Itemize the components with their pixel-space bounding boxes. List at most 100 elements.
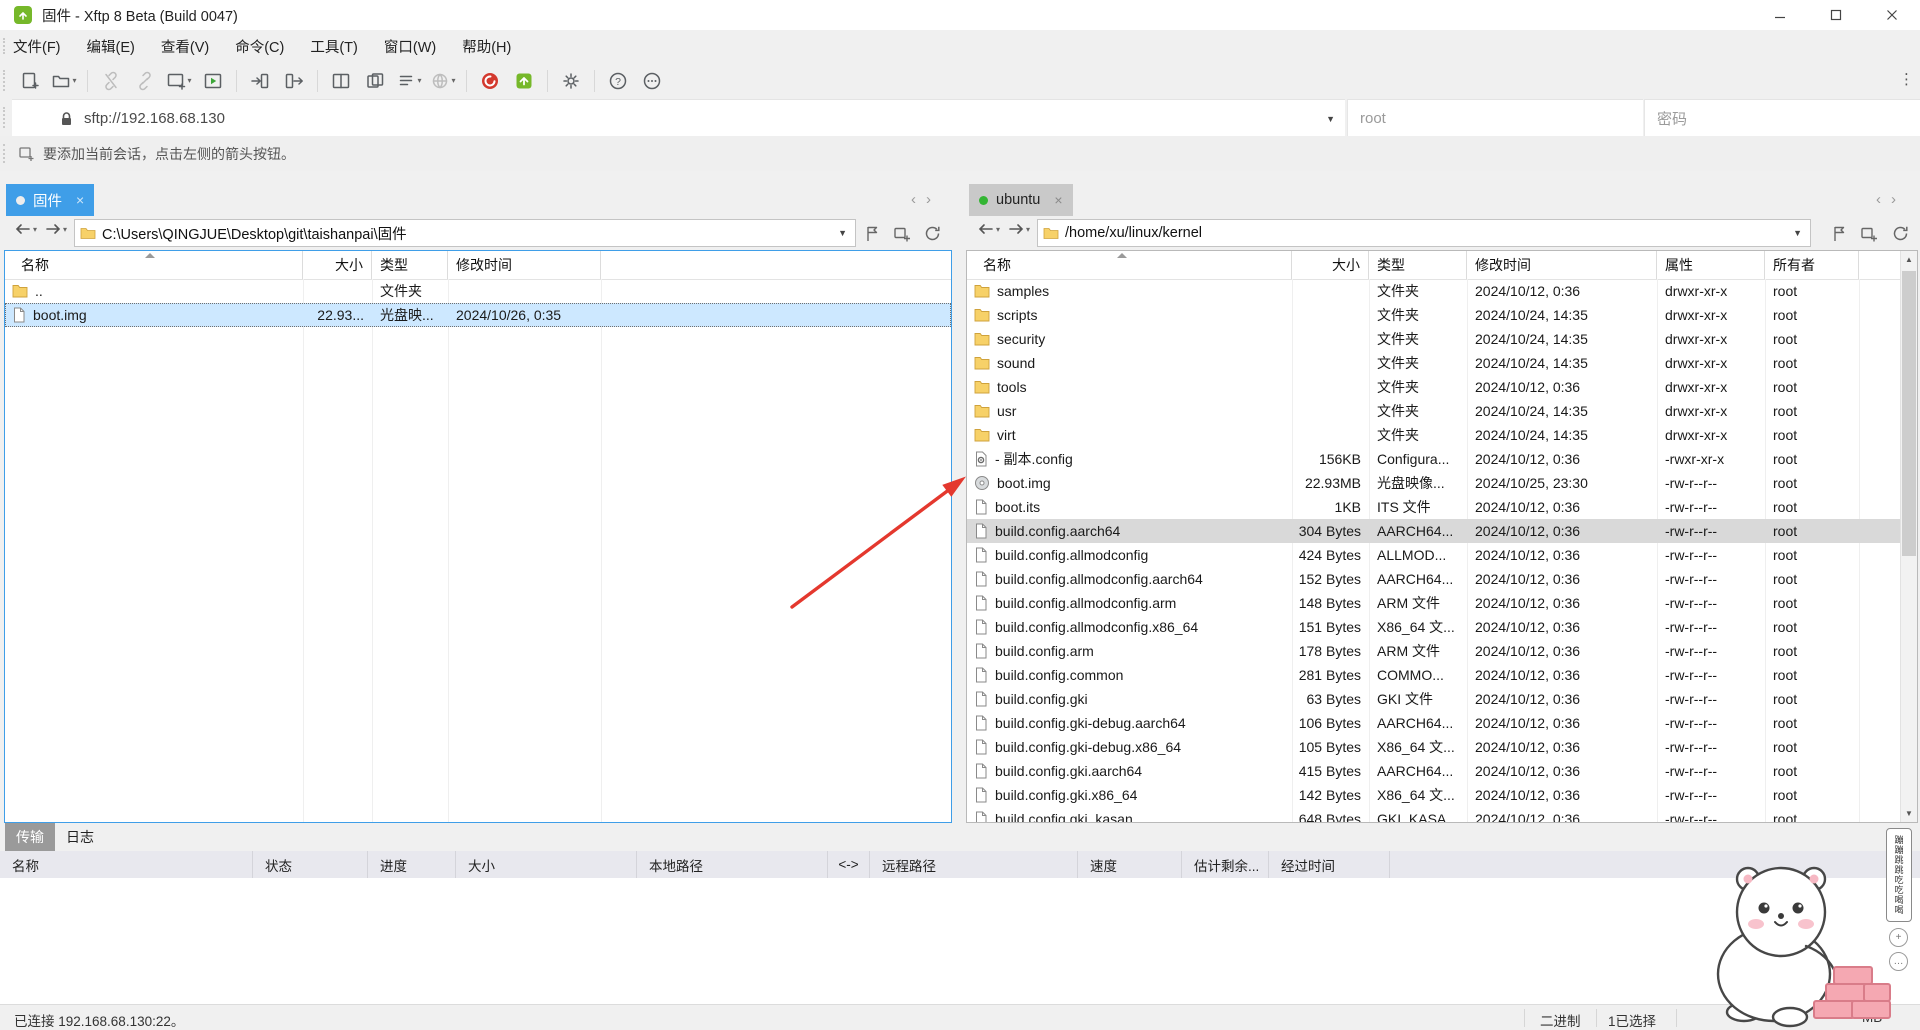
file-row[interactable]: build.config.gki63 BytesGKI 文件2024/10/12… xyxy=(967,687,1917,711)
remote-path-input[interactable]: /home/xu/linux/kernel ▼ xyxy=(1037,219,1811,247)
menu-item[interactable]: 查看(V) xyxy=(148,36,222,57)
file-row[interactable]: virt文件夹2024/10/24, 14:35drwxr-xr-xroot xyxy=(967,423,1917,447)
scrollbar-thumb[interactable] xyxy=(1902,271,1916,556)
dropdown-caret-icon[interactable]: ▾ xyxy=(187,76,191,85)
column-header[interactable]: 所有者 xyxy=(1765,251,1859,279)
file-row[interactable]: build.config.gki-debug.x86_64105 BytesX8… xyxy=(967,735,1917,759)
maximize-button[interactable] xyxy=(1808,0,1864,30)
file-row[interactable]: samples文件夹2024/10/12, 0:36drwxr-xr-xroot xyxy=(967,279,1917,303)
column-header[interactable]: 修改时间 xyxy=(448,251,601,279)
list-view-button[interactable]: ▾ xyxy=(393,67,425,95)
settings-button[interactable] xyxy=(555,67,587,95)
local-refresh-icon[interactable] xyxy=(920,222,944,244)
remote-tab-scroll-icons[interactable]: ‹› xyxy=(1876,191,1906,208)
menu-item[interactable]: 帮助(H) xyxy=(449,36,524,57)
about-button[interactable] xyxy=(636,67,668,95)
file-row[interactable]: build.config.common281 BytesCOMMO...2024… xyxy=(967,663,1917,687)
address-dropdown-icon[interactable]: ▼ xyxy=(1326,114,1335,124)
file-row[interactable]: scripts文件夹2024/10/24, 14:35drwxr-xr-xroo… xyxy=(967,303,1917,327)
file-row[interactable]: boot.img22.93...光盘映...2024/10/26, 0:35 xyxy=(5,303,951,327)
column-header[interactable]: 大小 xyxy=(303,251,372,279)
split-view-button[interactable] xyxy=(325,67,357,95)
xshell-button[interactable] xyxy=(474,67,506,95)
column-header[interactable]: 属性 xyxy=(1657,251,1765,279)
transfer-column-header[interactable]: 名称 xyxy=(0,851,253,878)
transfer-column-header[interactable]: 大小 xyxy=(456,851,637,878)
remote-forward-icon[interactable]: ▾ xyxy=(1007,221,1030,237)
file-row[interactable]: tools文件夹2024/10/12, 0:36drwxr-xr-xroot xyxy=(967,375,1917,399)
run-button[interactable] xyxy=(197,67,229,95)
transfer-tab-log[interactable]: 日志 xyxy=(55,823,105,851)
local-forward-icon[interactable]: ▾ xyxy=(44,221,67,237)
file-row[interactable]: build.config.allmodconfig.arm148 BytesAR… xyxy=(967,591,1917,615)
local-bookmark-icon[interactable] xyxy=(860,222,884,244)
file-row[interactable]: security文件夹2024/10/24, 14:35drwxr-xr-xro… xyxy=(967,327,1917,351)
remote-path-dropdown-icon[interactable]: ▼ xyxy=(1793,228,1802,238)
scroll-up-icon[interactable]: ▲ xyxy=(1901,251,1917,268)
transfer-column-header[interactable]: 远程路径 xyxy=(870,851,1078,878)
new-session-button[interactable]: ▾ xyxy=(163,67,195,95)
file-row[interactable]: ..文件夹 xyxy=(5,279,951,303)
duplicate-view-button[interactable] xyxy=(359,67,391,95)
tab-local-firmware[interactable]: 固件 × xyxy=(6,184,94,216)
column-header[interactable]: 大小 xyxy=(1292,251,1369,279)
local-path-dropdown-icon[interactable]: ▼ xyxy=(838,228,847,238)
file-row[interactable]: build.config.allmodconfig.x86_64151 Byte… xyxy=(967,615,1917,639)
toolbar-overflow-icon[interactable]: ⋮ xyxy=(1899,70,1914,88)
file-row[interactable]: boot.img22.93MB光盘映像...2024/10/25, 23:30-… xyxy=(967,471,1917,495)
file-row[interactable]: build.config.gki.aarch64415 BytesAARCH64… xyxy=(967,759,1917,783)
close-button[interactable] xyxy=(1864,0,1920,30)
transfer-column-header[interactable]: 状态 xyxy=(253,851,368,878)
link-button[interactable] xyxy=(129,67,161,95)
transfer-column-header[interactable]: 估计剩余... xyxy=(1182,851,1269,878)
remote-back-icon[interactable]: ▾ xyxy=(977,221,1000,237)
file-row[interactable]: boot.its1KBITS 文件2024/10/12, 0:36-rw-r--… xyxy=(967,495,1917,519)
transfer-tab-transfers[interactable]: 传输 xyxy=(5,823,55,851)
username-input[interactable]: root xyxy=(1347,99,1643,137)
disconnect-button[interactable] xyxy=(95,67,127,95)
remote-refresh-icon[interactable] xyxy=(1888,222,1912,244)
remote-scrollbar[interactable]: ▲ ▼ xyxy=(1900,251,1917,822)
local-tab-scroll-icons[interactable]: ‹› xyxy=(911,191,941,208)
open-folder-button[interactable]: ▾ xyxy=(48,67,80,95)
menu-item[interactable]: 窗口(W) xyxy=(371,36,449,57)
xftp-button[interactable] xyxy=(508,67,540,95)
transfer-column-header[interactable]: 经过时间 xyxy=(1269,851,1390,878)
file-row[interactable]: sound文件夹2024/10/24, 14:35drwxr-xr-xroot xyxy=(967,351,1917,375)
file-row[interactable]: - 副本.config156KBConfigura...2024/10/12, … xyxy=(967,447,1917,471)
local-back-icon[interactable]: ▾ xyxy=(14,221,37,237)
dropdown-caret-icon[interactable]: ▾ xyxy=(72,76,76,85)
scroll-down-icon[interactable]: ▼ xyxy=(1901,805,1917,822)
minimize-button[interactable] xyxy=(1752,0,1808,30)
dropdown-caret-icon[interactable]: ▾ xyxy=(417,76,421,85)
menu-item[interactable]: 命令(C) xyxy=(222,36,297,57)
column-header[interactable]: 修改时间 xyxy=(1467,251,1657,279)
column-header[interactable]: 名称 xyxy=(967,251,1292,279)
file-row[interactable]: build.config.allmodconfig424 BytesALLMOD… xyxy=(967,543,1917,567)
address-input[interactable]: sftp://192.168.68.130 ▼ xyxy=(12,99,1345,137)
file-row[interactable]: usr文件夹2024/10/24, 14:35drwxr-xr-xroot xyxy=(967,399,1917,423)
transfer-column-header[interactable]: 本地路径 xyxy=(637,851,828,878)
column-header[interactable]: 类型 xyxy=(1369,251,1467,279)
globe-button[interactable]: ▾ xyxy=(427,67,459,95)
panel-splitter[interactable] xyxy=(955,171,963,823)
transfer-column-header[interactable]: <-> xyxy=(828,851,870,878)
remote-bookmark-icon[interactable] xyxy=(1827,222,1851,244)
remote-tab-close-icon[interactable]: × xyxy=(1054,192,1062,208)
password-input[interactable]: 密码 xyxy=(1644,99,1920,137)
remote-add-bookmark-icon[interactable] xyxy=(1857,222,1881,244)
file-row[interactable]: build.config.gki-debug.aarch64106 BytesA… xyxy=(967,711,1917,735)
local-path-input[interactable]: C:\Users\QINGJUE\Desktop\git\taishanpai\… xyxy=(74,219,856,247)
file-row[interactable]: build.config.gki_kasan648 BytesGKI_KASA.… xyxy=(967,807,1917,822)
transfer-column-header[interactable]: 进度 xyxy=(368,851,456,878)
file-row[interactable]: build.config.gki.x86_64142 BytesX86_64 文… xyxy=(967,783,1917,807)
menu-item[interactable]: 工具(T) xyxy=(297,36,371,57)
local-tab-close-icon[interactable]: × xyxy=(76,192,84,208)
column-header[interactable]: 类型 xyxy=(372,251,448,279)
import-button[interactable] xyxy=(244,67,276,95)
file-row[interactable]: build.config.arm178 BytesARM 文件2024/10/1… xyxy=(967,639,1917,663)
file-row[interactable]: build.config.aarch64304 BytesAARCH64...2… xyxy=(967,519,1917,543)
new-file-button[interactable] xyxy=(14,67,46,95)
tab-remote-ubuntu[interactable]: ubuntu × xyxy=(969,184,1073,216)
menu-item[interactable]: 文件(F) xyxy=(0,36,74,57)
